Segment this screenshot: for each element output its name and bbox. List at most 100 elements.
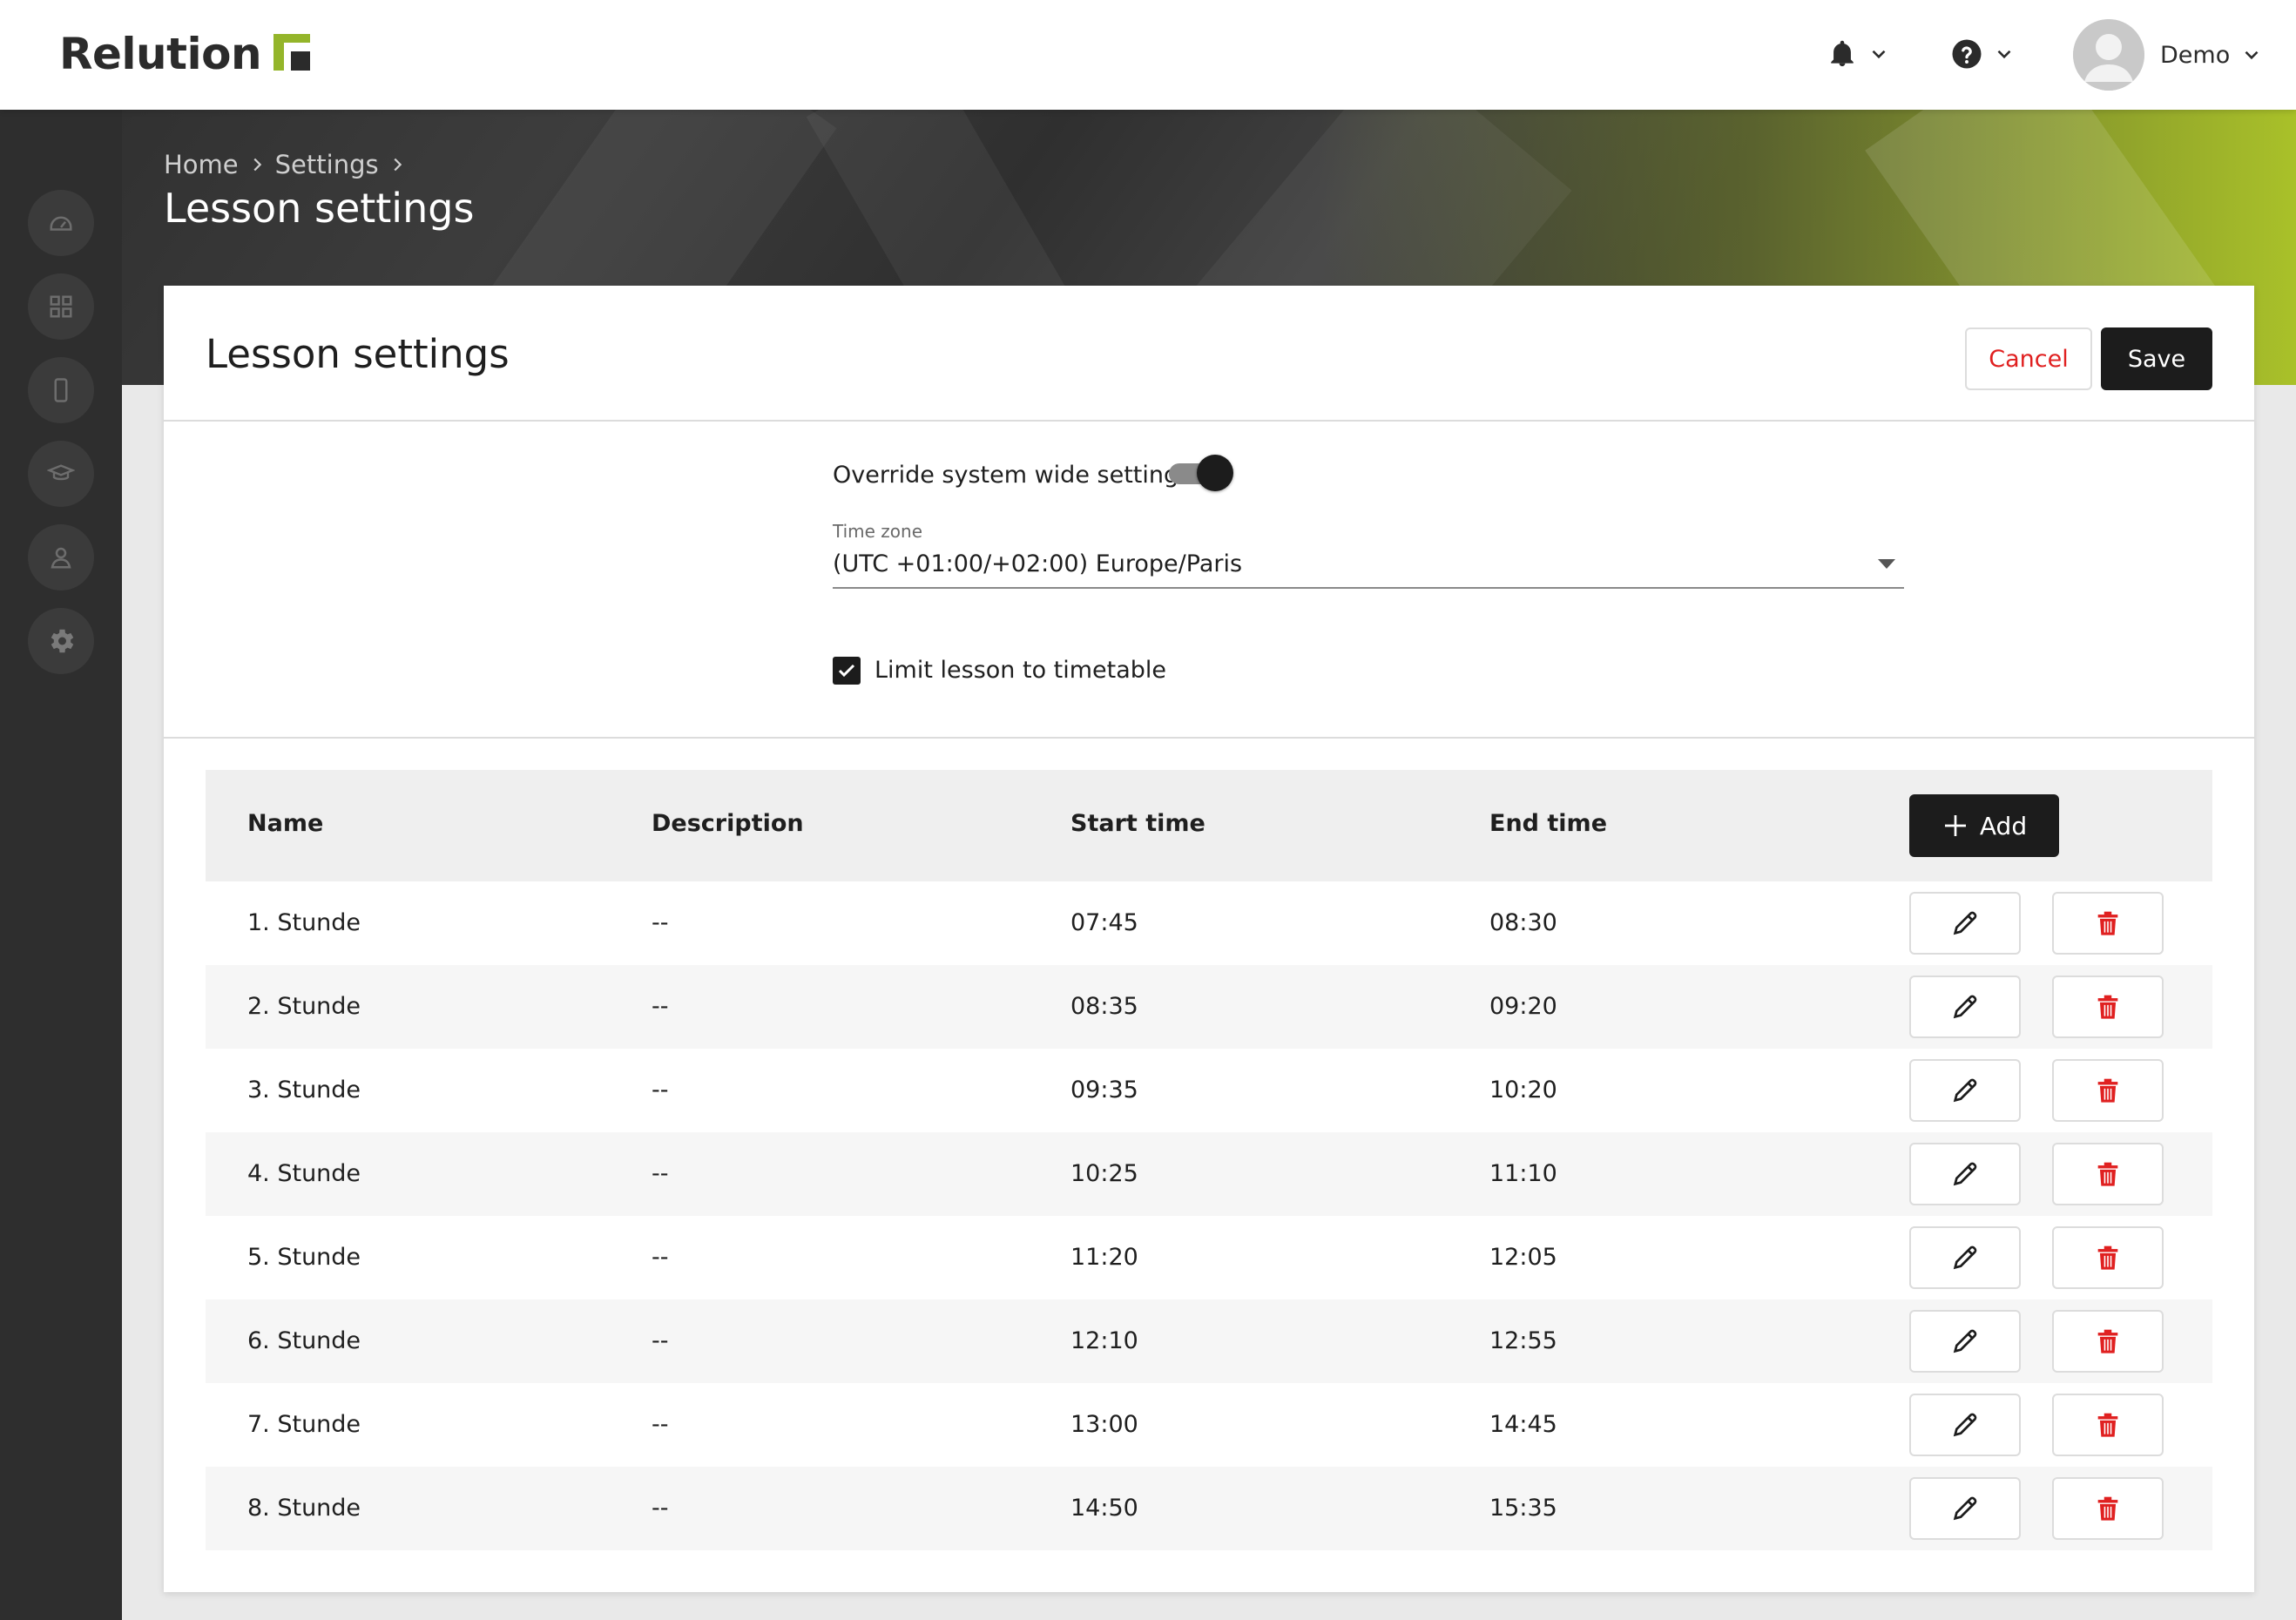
top-bar: Relution Demo xyxy=(0,0,2296,110)
header-name[interactable]: Name xyxy=(247,810,323,837)
speedometer-icon xyxy=(50,216,72,231)
timezone-label: Time zone xyxy=(833,521,923,542)
settings-section: Override system wide settings Time zone … xyxy=(164,423,2254,739)
notifications-menu[interactable] xyxy=(1827,26,1890,82)
cell-description: -- xyxy=(652,909,669,936)
cell-name: 6. Stunde xyxy=(247,1327,361,1354)
edit-button[interactable] xyxy=(1909,1394,2021,1456)
table-row: 5. Stunde -- 11:20 12:05 xyxy=(206,1216,2212,1299)
cell-start-time: 11:20 xyxy=(1070,1244,1138,1271)
pencil-icon xyxy=(1953,1245,1977,1270)
sidebar-item-dashboard[interactable] xyxy=(28,190,94,256)
limit-checkbox[interactable] xyxy=(833,657,861,685)
delete-button[interactable] xyxy=(2052,1226,2164,1289)
logo-text: Relution xyxy=(59,29,262,79)
delete-button[interactable] xyxy=(2052,1059,2164,1122)
page-title: Lesson settings xyxy=(164,185,475,232)
header-end-time[interactable]: End time xyxy=(1489,810,1607,837)
pencil-icon xyxy=(1953,1413,1977,1437)
chevron-right-icon xyxy=(253,158,261,172)
edit-button[interactable] xyxy=(1909,1143,2021,1205)
logo-mark-icon xyxy=(273,34,311,71)
dropdown-arrow-icon xyxy=(1878,559,1895,569)
cell-end-time: 08:30 xyxy=(1489,909,1557,936)
trash-icon xyxy=(2097,911,2118,935)
relution-logo[interactable]: Relution xyxy=(59,26,311,82)
cell-start-time: 14:50 xyxy=(1070,1495,1138,1522)
breadcrumb-settings[interactable]: Settings xyxy=(275,150,379,179)
table-row: 6. Stunde -- 12:10 12:55 xyxy=(206,1299,2212,1383)
pencil-icon xyxy=(1953,1496,1977,1521)
cell-description: -- xyxy=(652,1160,669,1187)
timezone-select[interactable]: (UTC +01:00/+02:00) Europe/Paris xyxy=(833,545,1904,589)
edit-button[interactable] xyxy=(1909,975,2021,1038)
cell-description: -- xyxy=(652,1244,669,1271)
cell-end-time: 09:20 xyxy=(1489,993,1557,1020)
delete-button[interactable] xyxy=(2052,892,2164,955)
override-label: Override system wide settings xyxy=(833,462,1192,489)
cell-description: -- xyxy=(652,993,669,1020)
help-menu[interactable] xyxy=(1951,26,2016,82)
card-header: Lesson settings Cancel Save xyxy=(164,286,2254,422)
breadcrumb: Home Settings xyxy=(164,150,415,179)
cancel-button[interactable]: Cancel xyxy=(1965,327,2092,390)
delete-button[interactable] xyxy=(2052,1143,2164,1205)
card-title: Lesson settings xyxy=(206,331,510,377)
edit-button[interactable] xyxy=(1909,1310,2021,1373)
cell-description: -- xyxy=(652,1327,669,1354)
bell-icon xyxy=(1831,40,1854,67)
header-start-time[interactable]: Start time xyxy=(1070,810,1205,837)
cell-start-time: 13:00 xyxy=(1070,1411,1138,1438)
cell-start-time: 08:35 xyxy=(1070,993,1138,1020)
table-row: 7. Stunde -- 13:00 14:45 xyxy=(206,1383,2212,1467)
lesson-settings-card: Lesson settings Cancel Save Override sys… xyxy=(164,286,2254,1592)
edit-button[interactable] xyxy=(1909,1226,2021,1289)
trash-icon xyxy=(2097,1245,2118,1270)
cell-name: 5. Stunde xyxy=(247,1244,361,1271)
user-menu[interactable]: Demo xyxy=(2073,19,2263,91)
sidebar-item-users[interactable] xyxy=(28,524,94,591)
add-lesson-button[interactable]: Add xyxy=(1909,794,2059,857)
cell-start-time: 10:25 xyxy=(1070,1160,1138,1187)
table-row: 1. Stunde -- 07:45 08:30 xyxy=(206,881,2212,965)
gear-icon xyxy=(51,629,74,653)
checkmark-icon xyxy=(838,664,855,678)
edit-button[interactable] xyxy=(1909,1059,2021,1122)
chevron-down-icon xyxy=(1872,50,1886,59)
delete-button[interactable] xyxy=(2052,1477,2164,1540)
trash-icon xyxy=(2097,1078,2118,1103)
sidebar-item-settings[interactable] xyxy=(28,608,94,674)
pencil-icon xyxy=(1953,1078,1977,1103)
delete-button[interactable] xyxy=(2052,975,2164,1038)
save-button[interactable]: Save xyxy=(2101,327,2212,390)
sidebar-item-apps[interactable] xyxy=(28,273,94,340)
sidebar-item-devices[interactable] xyxy=(28,357,94,423)
cell-name: 7. Stunde xyxy=(247,1411,361,1438)
edit-button[interactable] xyxy=(1909,1477,2021,1540)
header-description[interactable]: Description xyxy=(652,810,804,837)
cell-name: 1. Stunde xyxy=(247,909,361,936)
delete-button[interactable] xyxy=(2052,1310,2164,1373)
override-toggle[interactable] xyxy=(1169,455,1235,493)
delete-button[interactable] xyxy=(2052,1394,2164,1456)
cell-name: 2. Stunde xyxy=(247,993,361,1020)
breadcrumb-home[interactable]: Home xyxy=(164,150,239,179)
add-label: Add xyxy=(1979,811,2028,840)
cell-end-time: 11:10 xyxy=(1489,1160,1557,1187)
avatar xyxy=(2073,19,2144,91)
pencil-icon xyxy=(1953,1162,1977,1186)
table-row: 2. Stunde -- 08:35 09:20 xyxy=(206,965,2212,1049)
cell-description: -- xyxy=(652,1411,669,1438)
user-name: Demo xyxy=(2160,41,2231,69)
pencil-icon xyxy=(1953,995,1977,1019)
user-avatar-icon xyxy=(2073,19,2144,91)
cell-start-time: 09:35 xyxy=(1070,1077,1138,1104)
plus-icon xyxy=(1944,815,1966,836)
trash-icon xyxy=(2097,1496,2118,1521)
trash-icon xyxy=(2097,1329,2118,1353)
sidebar xyxy=(0,110,122,1620)
lessons-table: Name Description Start time End time Add… xyxy=(206,770,2212,1550)
edit-button[interactable] xyxy=(1909,892,2021,955)
sidebar-item-education[interactable] xyxy=(28,441,94,507)
cell-end-time: 15:35 xyxy=(1489,1495,1557,1522)
